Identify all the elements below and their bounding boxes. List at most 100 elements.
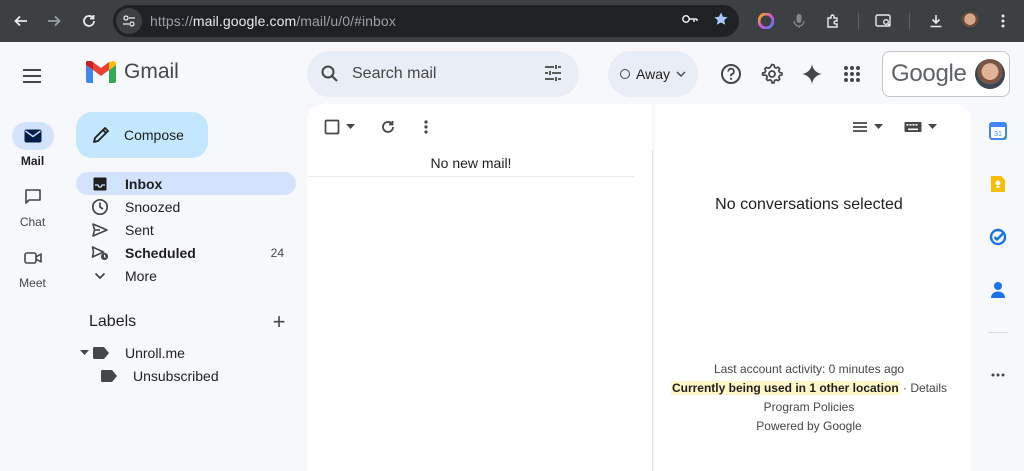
inbox-icon (90, 174, 110, 194)
rail-item-label: Meet (19, 276, 46, 290)
status-dropdown[interactable]: Away (608, 51, 698, 97)
download-icon[interactable] (924, 9, 948, 33)
more-vert-icon[interactable] (991, 9, 1015, 33)
app-rail: Mail Chat Meet (0, 42, 65, 471)
main-menu-icon[interactable] (20, 64, 44, 88)
side-panel-divider (988, 332, 1008, 333)
scheduled-icon (90, 243, 110, 263)
key-icon[interactable] (681, 12, 699, 31)
forward-icon[interactable] (42, 9, 66, 33)
meet-icon (23, 252, 42, 264)
compose-button[interactable]: Compose (76, 112, 208, 158)
nav-item-inbox[interactable]: Inbox (76, 172, 296, 195)
nav-item-sent[interactable]: Sent (76, 218, 296, 241)
google-wordmark: Google (891, 60, 967, 87)
address-bar[interactable]: https://mail.google.com/mail/u/0/#inbox (113, 5, 739, 37)
mail-icon (24, 129, 41, 143)
compose-label: Compose (124, 127, 184, 143)
chevron-down-icon (90, 266, 110, 286)
search-options-icon[interactable] (543, 63, 563, 83)
caret-down-icon[interactable] (346, 124, 355, 130)
keep-icon[interactable] (988, 174, 1008, 194)
search-bar[interactable]: Search mail (307, 51, 579, 97)
site-info-icon[interactable] (116, 8, 142, 34)
split-view-icon (853, 122, 867, 132)
contacts-icon[interactable] (988, 280, 1008, 300)
label-tag-icon (93, 347, 109, 359)
powered-by-text: Powered by Google (756, 419, 862, 433)
gmail-m-icon (86, 61, 116, 83)
nav-item-snoozed[interactable]: Snoozed (76, 195, 296, 218)
input-tools-toggle[interactable] (904, 117, 937, 137)
extensions-puzzle-icon[interactable] (821, 9, 845, 33)
status-dot-icon (620, 69, 630, 79)
nav-label: Snoozed (125, 198, 181, 215)
google-account-button[interactable]: Google (882, 51, 1010, 97)
no-conversation-message: No conversations selected (715, 196, 903, 213)
status-label: Away (636, 66, 670, 82)
more-options-icon[interactable] (424, 117, 428, 137)
nav-label: Scheduled (125, 244, 196, 261)
add-label-icon[interactable]: + (269, 311, 289, 333)
browser-toolbar: https://mail.google.com/mail/u/0/#inbox (0, 0, 1024, 42)
back-icon[interactable] (9, 9, 33, 33)
apps-grid-icon[interactable] (840, 62, 864, 86)
clock-icon (90, 197, 110, 217)
rail-item-label: Mail (20, 154, 45, 168)
pencil-icon (93, 127, 109, 143)
app-name: Gmail (124, 60, 179, 83)
gemini-sparkle-icon[interactable] (800, 62, 824, 86)
search-input[interactable]: Search mail (352, 65, 436, 83)
labels-heading: Labels (89, 313, 137, 330)
profile-avatar[interactable] (961, 12, 979, 30)
chevron-down-icon (676, 71, 686, 77)
bookmark-star-icon[interactable] (713, 11, 729, 32)
gmail-logo[interactable]: Gmail (86, 60, 179, 84)
rail-item-meet[interactable]: Meet (0, 244, 65, 290)
help-icon[interactable] (719, 62, 743, 86)
empty-list-message: No new mail! (430, 155, 512, 171)
send-icon (90, 220, 110, 240)
label-name: Unsubscribed (133, 368, 219, 384)
caret-down-icon (928, 124, 937, 129)
checkbox-icon (324, 119, 340, 135)
details-link[interactable]: Details (910, 381, 947, 395)
settings-gear-icon[interactable] (760, 62, 784, 86)
reload-icon[interactable] (77, 9, 101, 33)
more-horiz-icon[interactable] (988, 365, 1008, 385)
last-activity-text: Last account activity: 0 minutes ago (713, 362, 905, 376)
microphone-icon[interactable] (787, 9, 811, 33)
account-avatar (974, 59, 1005, 89)
label-item-unrollme[interactable]: Unroll.me (80, 345, 185, 361)
refresh-icon[interactable] (380, 117, 396, 137)
rail-item-chat[interactable]: Chat (0, 183, 65, 229)
search-icon[interactable] (320, 64, 340, 84)
select-checkbox[interactable] (324, 117, 355, 137)
color-extension-icon[interactable] (754, 9, 778, 33)
program-policies-link[interactable]: Program Policies (655, 400, 963, 414)
calendar-icon[interactable]: 31 (988, 121, 1008, 141)
pane-divider[interactable] (652, 150, 653, 471)
reading-pane (655, 104, 971, 471)
nav-label: Sent (125, 221, 154, 238)
split-pane-toggle[interactable] (852, 117, 883, 137)
url-text: https://mail.google.com/mail/u/0/#inbox (150, 13, 396, 29)
list-divider (308, 176, 634, 177)
caret-down-icon (874, 124, 883, 129)
nav-item-more[interactable]: More (76, 264, 296, 287)
rail-item-mail[interactable]: Mail (0, 122, 65, 168)
side-panel: 31 (980, 104, 1016, 471)
other-location-highlight: Currently being used in 1 other location (670, 381, 900, 395)
svg-text:31: 31 (994, 131, 1002, 138)
tasks-icon[interactable] (988, 227, 1008, 247)
other-location-row: Currently being used in 1 other location… (655, 381, 963, 395)
label-item-unsubscribed[interactable]: Unsubscribed (101, 368, 219, 384)
nav-count: 24 (270, 245, 284, 260)
caret-down-icon[interactable] (80, 350, 89, 356)
nav-label: Inbox (125, 175, 163, 192)
separator: · (899, 381, 911, 395)
nav-item-scheduled[interactable]: Scheduled 24 (76, 241, 296, 264)
label-name: Unroll.me (125, 345, 185, 361)
keyboard-icon (904, 122, 922, 132)
tab-search-icon[interactable] (872, 9, 896, 33)
